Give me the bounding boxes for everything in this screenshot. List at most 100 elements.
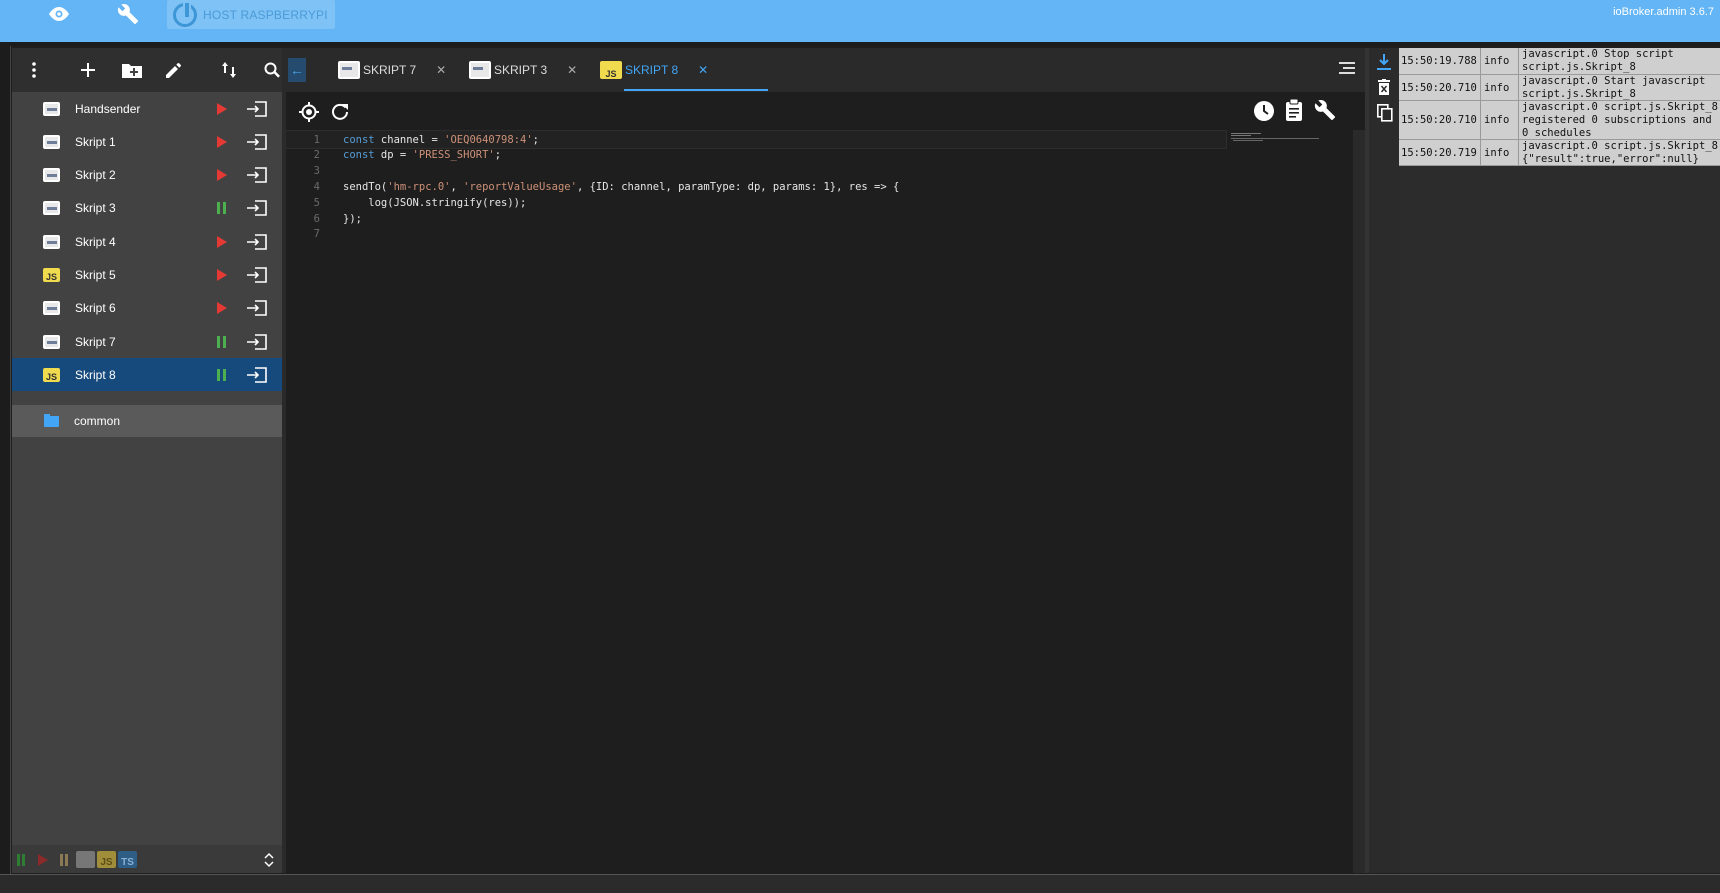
script-name: Skript 6: [75, 301, 116, 316]
folder-row-common[interactable]: common: [12, 405, 282, 437]
clipboard-icon[interactable]: [1285, 99, 1303, 121]
clear-log-icon[interactable]: [1378, 79, 1390, 95]
export-icon[interactable]: [246, 367, 268, 383]
export-icon[interactable]: [246, 267, 268, 283]
tab-skript-3[interactable]: SKRIPT 3 ✕: [469, 56, 577, 84]
tab-skript-8[interactable]: JS SKRIPT 8 ✕: [600, 56, 708, 84]
close-icon[interactable]: ✕: [698, 63, 708, 77]
filter-ts-icon[interactable]: TS: [118, 851, 137, 868]
script-row[interactable]: JS Skript 8: [12, 358, 282, 392]
pause-icon[interactable]: [216, 202, 228, 215]
filter-running-icon[interactable]: [16, 854, 26, 866]
export-icon[interactable]: [246, 133, 268, 150]
settings-wrench-icon[interactable]: [1314, 99, 1336, 121]
wrench-icon[interactable]: [114, 2, 142, 26]
sidebar-filter-footer: JS TS: [12, 845, 282, 873]
script-row[interactable]: Skript 3: [12, 192, 282, 225]
code-editor[interactable]: 1 const channel = 'OEQ0640798:4'; 2 const d…: [285, 130, 1365, 873]
folder-icon: [44, 413, 59, 427]
add-script-icon[interactable]: [76, 58, 100, 82]
log-row: 15:50:20.719 info javascript.0 script.js.S…: [1399, 140, 1720, 166]
close-icon[interactable]: ✕: [567, 63, 577, 77]
export-icon[interactable]: [246, 233, 268, 250]
code-line: 2 const dp = 'PRESS_SHORT';: [286, 147, 1226, 164]
code-minimap[interactable]: [1231, 132, 1321, 142]
export-icon[interactable]: [246, 333, 268, 350]
tab-skript-7[interactable]: SKRIPT 7 ✕: [338, 56, 446, 84]
sort-icon[interactable]: [217, 58, 241, 82]
play-icon[interactable]: [217, 169, 227, 182]
script-row[interactable]: Handsender: [12, 92, 282, 125]
editor-toolbar: [286, 92, 1365, 130]
script-name: Skript 5: [75, 268, 116, 282]
script-tree-sidebar: Handsender Skript 1 Skript 2 Skript 3 Skript…: [12, 48, 282, 873]
line-code: const dp = 'PRESS_SHORT';: [343, 149, 502, 162]
edit-pencil-icon[interactable]: [162, 58, 186, 82]
blockly-file-icon: [338, 61, 360, 79]
line-code: log(JSON.stringify(res));: [343, 196, 527, 209]
tab-menu-icon[interactable]: [1339, 62, 1355, 76]
copy-log-icon[interactable]: [1377, 104, 1393, 122]
line-number: 3: [313, 165, 320, 178]
blockly-file-icon: [43, 101, 60, 116]
log-time: 15:50:20.710: [1399, 75, 1481, 100]
script-row[interactable]: Skript 6: [12, 292, 282, 325]
script-row[interactable]: Skript 2: [12, 159, 282, 192]
code-line: 5 log(JSON.stringify(res));: [286, 194, 1226, 211]
export-icon[interactable]: [246, 100, 268, 117]
refresh-icon[interactable]: [331, 103, 349, 121]
play-icon[interactable]: [217, 102, 227, 115]
host-label: HOST RASPBERRYPI: [203, 7, 328, 22]
code-line: 7: [286, 226, 1226, 243]
tab-label: SKRIPT 8: [625, 63, 679, 77]
more-vert-icon[interactable]: [22, 58, 46, 82]
host-selector-button[interactable]: HOST RASPBERRYPI: [167, 0, 335, 29]
script-row[interactable]: Skript 7: [12, 325, 282, 358]
blockly-file-icon: [43, 134, 60, 149]
filter-paused-icon[interactable]: [59, 854, 69, 866]
code-line: 6});: [286, 210, 1226, 227]
play-icon[interactable]: [217, 135, 227, 148]
log-message: javascript.0 Start javascript script.js.…: [1522, 75, 1712, 100]
search-icon[interactable]: [260, 58, 284, 82]
play-icon[interactable]: [217, 302, 227, 315]
log-level: info: [1481, 75, 1519, 100]
line-code: const channel = 'OEQ0640798:4';: [343, 133, 539, 146]
export-icon[interactable]: [246, 167, 268, 183]
export-icon[interactable]: [246, 300, 268, 317]
script-name: Handsender: [75, 101, 141, 116]
close-icon[interactable]: ✕: [436, 63, 446, 77]
play-icon[interactable]: [217, 269, 227, 281]
blockly-file-icon: [43, 201, 60, 216]
script-row[interactable]: Skript 1: [12, 125, 282, 158]
play-icon[interactable]: [217, 235, 227, 248]
log-level: info: [1481, 101, 1519, 139]
bottom-status-bar: [0, 874, 1720, 893]
script-row[interactable]: Skript 4: [12, 225, 282, 258]
js-file-icon: JS: [43, 268, 60, 282]
editor-scrollbar[interactable]: [1353, 130, 1365, 873]
script-row[interactable]: JS Skript 5: [12, 259, 282, 292]
line-number: 5: [313, 196, 320, 209]
pause-icon[interactable]: [216, 368, 228, 381]
clock-icon[interactable]: [1253, 100, 1275, 122]
filter-blockly-icon[interactable]: [76, 851, 95, 868]
power-icon: [173, 2, 197, 27]
eye-icon[interactable]: [45, 2, 73, 26]
code-line: 4 sendTo('hm-rpc.0', 'reportValueUsage', …: [286, 178, 1226, 195]
add-folder-icon[interactable]: [120, 58, 144, 82]
locate-icon[interactable]: [299, 102, 319, 122]
log-time: 15:50:19.788: [1399, 48, 1481, 74]
script-tabs-bar: ← SKRIPT 7 ✕ SKRIPT 3 ✕ JS SKRIPT 8 ✕: [286, 48, 1365, 92]
back-arrow-icon[interactable]: ←: [288, 58, 306, 82]
filter-js-icon[interactable]: JS: [97, 851, 116, 868]
export-icon[interactable]: [246, 200, 268, 217]
download-log-icon[interactable]: [1377, 54, 1391, 70]
log-time: 15:50:20.719: [1399, 140, 1481, 165]
filter-stopped-icon[interactable]: [38, 854, 48, 866]
folder-label: common: [74, 414, 121, 428]
expand-collapse-icon[interactable]: [264, 852, 274, 868]
script-name: Skript 2: [75, 168, 116, 183]
tab-label: SKRIPT 3: [494, 63, 548, 77]
pause-icon[interactable]: [216, 335, 228, 348]
